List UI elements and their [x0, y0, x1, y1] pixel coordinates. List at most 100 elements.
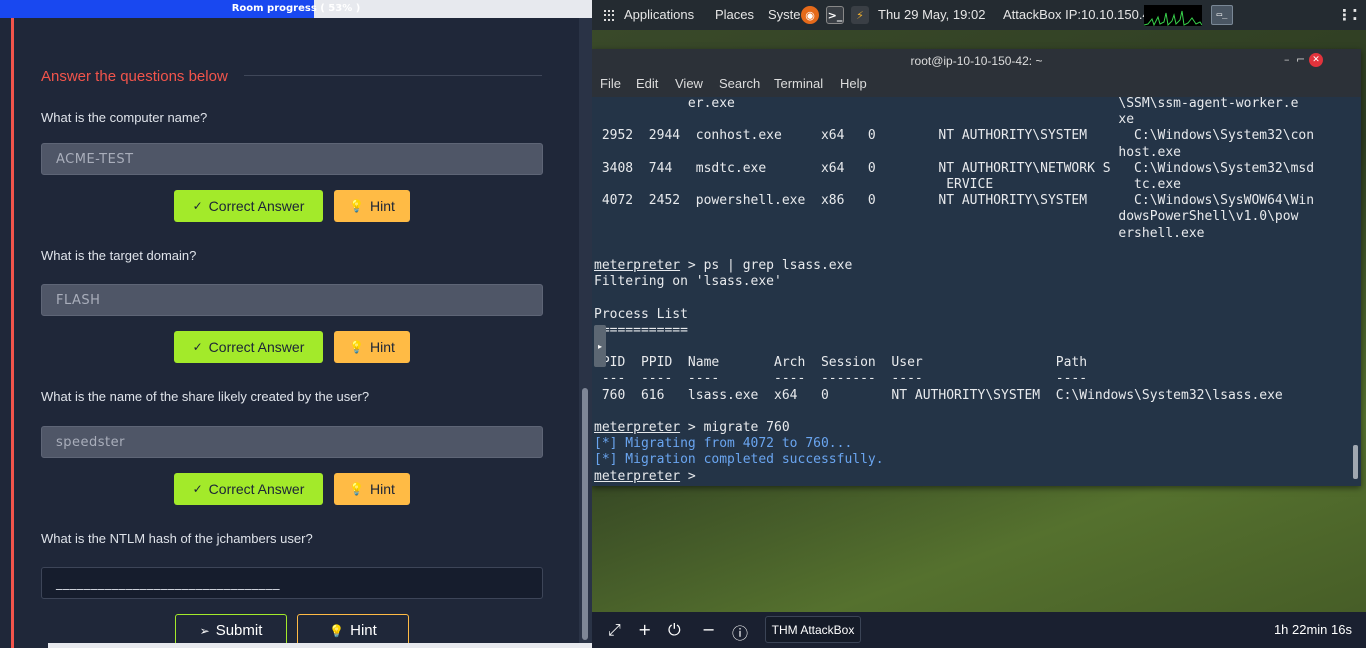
lightbulb-icon: 💡 — [329, 623, 345, 638]
question-1-answer: ACME-TEST — [56, 151, 134, 167]
maximize-icon[interactable]: ⌐ — [1296, 53, 1305, 66]
terminal-line: meterpreter > — [594, 469, 704, 485]
minus-icon[interactable]: − — [702, 620, 715, 639]
menu-terminal[interactable]: Terminal — [774, 76, 823, 91]
attackbox-ip: AttackBox IP:10.10.150.42 — [1003, 7, 1157, 22]
question-2-answer-field[interactable]: FLASH — [41, 284, 543, 316]
terminal-line: --- ---- ---- ---- ------- ---- ---- — [594, 371, 1087, 387]
terminal-line: [*] Migrating from 4072 to 760... — [594, 436, 852, 452]
firefox-icon[interactable]: ◉ — [801, 6, 819, 24]
fullscreen-icon[interactable]: ⤢ — [608, 620, 621, 640]
places-menu[interactable]: Places — [715, 7, 754, 22]
side-panel-toggle[interactable]: ▸ — [594, 325, 606, 367]
terminal-line-text: ERVICE tc.exe — [594, 177, 1181, 192]
terminal-line-text: [*] Migration completed successfully. — [594, 452, 884, 468]
add-icon[interactable]: + — [638, 620, 651, 639]
terminal-line: 3408 744 msdtc.exe x64 0 NT AUTHORITY\NE… — [594, 161, 1314, 177]
task-accent-bar — [11, 18, 14, 648]
question-3-answer-field[interactable]: speedster — [41, 426, 543, 458]
clock[interactable]: Thu 29 May, 19:02 — [878, 7, 985, 22]
correct-label: Correct Answer — [208, 481, 305, 497]
meterpreter-prompt: meterpreter — [594, 420, 681, 435]
hint-label: Hint — [370, 481, 395, 497]
desktop-top-panel: Applications Places Syste ◉ >_ ⚡ Thu 29 … — [592, 0, 1366, 30]
room-progress-bar: Room progress ( 53% ) — [0, 0, 592, 18]
correct-label: Correct Answer — [208, 339, 305, 355]
terminal-line-text: host.exe — [594, 144, 1181, 160]
terminal-line: meterpreter > migrate 760 — [594, 420, 790, 436]
check-icon: ✓ — [192, 482, 203, 496]
terminal-window-indicator[interactable]: ▭_ — [1211, 5, 1233, 25]
session-timer: 1h 22min 16s — [1273, 622, 1352, 637]
menu-help[interactable]: Help — [840, 76, 867, 91]
terminal-menubar: File Edit View Search Terminal Help — [592, 73, 1361, 97]
terminal-line-text: Filtering on 'lsass.exe' — [594, 274, 782, 290]
terminal-line: xe — [594, 112, 1134, 128]
terminal-line-text: > migrate 760 — [680, 420, 790, 435]
terminal-line-text: xe — [594, 112, 1135, 128]
menu-edit[interactable]: Edit — [636, 76, 658, 91]
submit-label: Submit — [215, 622, 263, 639]
question-3-hint-button[interactable]: 💡 Hint — [334, 473, 410, 505]
terminal-line: Process List — [594, 307, 688, 323]
question-2-text: What is the target domain? — [41, 248, 197, 263]
terminal-line-text: > ps | grep lsass.exe — [680, 258, 853, 273]
question-4-answer-field[interactable]: ________________________________ — [41, 567, 543, 599]
terminal-line-text: 4072 2452 powershell.exe x86 0 NT AUTHOR… — [594, 193, 1315, 209]
menu-search[interactable]: Search — [719, 76, 760, 91]
close-icon[interactable]: ✕ — [1309, 53, 1323, 67]
lightbulb-icon: 💡 — [349, 340, 365, 354]
attackbox-toolbar: ⤢ + ⏻ − ⓘ THM AttackBox 1h 22min 16s — [592, 612, 1366, 648]
question-4-answer: ________________________________ — [56, 575, 280, 591]
question-2-correct-button[interactable]: ✓ Correct Answer — [174, 331, 323, 363]
menu-file[interactable]: File — [600, 76, 621, 91]
terminal-line: ERVICE tc.exe — [594, 177, 1181, 193]
terminal-line: ============ — [594, 323, 688, 339]
terminal-launcher-icon[interactable]: >_ — [826, 6, 844, 24]
question-1-answer-field[interactable]: ACME-TEST — [41, 143, 543, 175]
bottom-strip — [48, 643, 592, 648]
terminal-line-text: 760 616 lsass.exe x64 0 NT AUTHORITY\SYS… — [594, 387, 1283, 403]
question-1-hint-button[interactable]: 💡 Hint — [334, 190, 410, 222]
terminal-line-text: --- ---- ---- ---- ------- ---- ---- — [594, 371, 1088, 387]
check-icon: ✓ — [192, 340, 203, 354]
info-icon[interactable]: ⓘ — [732, 620, 748, 644]
applications-menu[interactable]: Applications — [624, 7, 694, 22]
terminal-output[interactable]: er.exe \SSM\ssm-agent-worker.e xe 2952 2… — [592, 97, 1361, 486]
terminal-line-text: dowsPowerShell\v1.0\pow — [594, 209, 1299, 225]
terminal-line-text: ============ — [594, 322, 688, 338]
system-monitor-graph — [1144, 5, 1202, 26]
terminal-line-text: > — [680, 468, 704, 484]
check-icon: ✓ — [192, 199, 203, 213]
question-1-text: What is the computer name? — [41, 110, 208, 125]
terminal-scrollbar-thumb[interactable] — [1353, 445, 1358, 479]
menu-view[interactable]: View — [675, 76, 703, 91]
terminal-line: er.exe \SSM\ssm-agent-worker.e — [594, 97, 1299, 112]
terminal-line: ershell.exe — [594, 226, 1204, 242]
burp-icon[interactable]: ⚡ — [851, 6, 869, 24]
hint-label: Hint — [350, 622, 377, 639]
question-2-hint-button[interactable]: 💡 Hint — [334, 331, 410, 363]
panel-scrollbar-thumb[interactable] — [582, 388, 588, 640]
terminal-line: host.exe — [594, 145, 1181, 161]
terminal-line-text: 3408 744 msdtc.exe x64 0 NT AUTHORITY\NE… — [594, 160, 1315, 176]
panel-menu-icon[interactable]: ⋮⁚ — [1337, 6, 1358, 24]
system-menu[interactable]: Syste — [768, 7, 801, 22]
hint-label: Hint — [370, 198, 395, 214]
terminal-line-text: [*] Migrating from 4072 to 760... — [594, 436, 853, 452]
power-icon[interactable]: ⏻ — [668, 620, 681, 640]
minimize-icon[interactable]: – — [1284, 53, 1290, 66]
terminal-line-text: ershell.exe — [594, 225, 1205, 241]
terminal-line: 4072 2452 powershell.exe x86 0 NT AUTHOR… — [594, 193, 1314, 209]
question-1-correct-button[interactable]: ✓ Correct Answer — [174, 190, 323, 222]
terminal-line: Filtering on 'lsass.exe' — [594, 274, 782, 290]
question-3-text: What is the name of the share likely cre… — [41, 389, 370, 404]
task-panel: Room progress ( 53% ) Answer the questio… — [0, 0, 592, 648]
apps-grid-icon[interactable] — [604, 10, 614, 21]
attackbox-tab[interactable]: THM AttackBox — [765, 616, 861, 643]
question-3-correct-button[interactable]: ✓ Correct Answer — [174, 473, 323, 505]
terminal-line: 2952 2944 conhost.exe x64 0 NT AUTHORITY… — [594, 128, 1314, 144]
terminal-window[interactable]: root@ip-10-10-150-42: ~ – ⌐ ✕ File Edit … — [592, 49, 1361, 486]
terminal-line-text: Process List — [594, 306, 688, 322]
terminal-title[interactable]: root@ip-10-10-150-42: ~ — [592, 49, 1361, 73]
